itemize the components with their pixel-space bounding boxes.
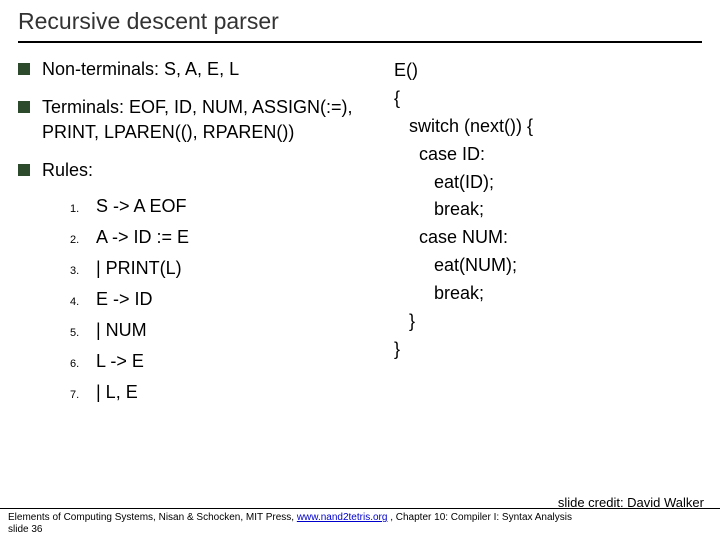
rule-text: | L, E	[96, 382, 138, 403]
square-bullet-icon	[18, 164, 30, 176]
rule-number: 3.	[70, 265, 96, 277]
content-columns: Non-terminals: S, A, E, L Terminals: EOF…	[18, 57, 702, 413]
rule-number: 1.	[70, 203, 96, 215]
square-bullet-icon	[18, 101, 30, 113]
footer: Elements of Computing Systems, Nisan & S…	[0, 508, 720, 540]
rule-item: 3. | PRINT(L)	[70, 258, 388, 279]
rule-item: 2.A -> ID := E	[70, 227, 388, 248]
slide-title: Recursive descent parser	[18, 8, 702, 43]
footer-suffix: , Chapter 10: Compiler I: Syntax Analysi…	[387, 512, 572, 523]
rule-number: 6.	[70, 358, 96, 370]
right-column: E() { switch (next()) { case ID: eat(ID)…	[388, 57, 702, 413]
rule-number: 7.	[70, 389, 96, 401]
left-column: Non-terminals: S, A, E, L Terminals: EOF…	[18, 57, 388, 413]
rule-item: 1.S -> A EOF	[70, 196, 388, 217]
bullet-text: Non-terminals: S, A, E, L	[42, 57, 239, 81]
bullet-nonterminals: Non-terminals: S, A, E, L	[18, 57, 388, 81]
rule-number: 4.	[70, 296, 96, 308]
rule-item: 5. | NUM	[70, 320, 388, 341]
rule-text: S -> A EOF	[96, 196, 187, 217]
rule-text: A -> ID := E	[96, 227, 189, 248]
footer-link[interactable]: www.nand2tetris.org	[297, 512, 388, 523]
bullet-text: Terminals: EOF, ID, NUM, ASSIGN(:=), PRI…	[42, 95, 388, 144]
rule-number: 5.	[70, 327, 96, 339]
bullet-rules: Rules:	[18, 158, 388, 182]
rule-number: 2.	[70, 234, 96, 246]
rule-text: E -> ID	[96, 289, 153, 310]
rule-text: L -> E	[96, 351, 144, 372]
square-bullet-icon	[18, 63, 30, 75]
rules-list: 1.S -> A EOF 2.A -> ID := E 3. | PRINT(L…	[70, 196, 388, 403]
rule-item: 6.L -> E	[70, 351, 388, 372]
rule-text: | NUM	[96, 320, 147, 341]
rule-text: | PRINT(L)	[96, 258, 182, 279]
code-block: E() { switch (next()) { case ID: eat(ID)…	[394, 57, 702, 364]
footer-slide-number: slide 36	[8, 524, 42, 535]
slide: Recursive descent parser Non-terminals: …	[0, 0, 720, 540]
rule-item: 4.E -> ID	[70, 289, 388, 310]
rule-item: 7. | L, E	[70, 382, 388, 403]
bullet-terminals: Terminals: EOF, ID, NUM, ASSIGN(:=), PRI…	[18, 95, 388, 144]
bullet-text: Rules:	[42, 158, 93, 182]
footer-prefix: Elements of Computing Systems, Nisan & S…	[8, 512, 297, 523]
